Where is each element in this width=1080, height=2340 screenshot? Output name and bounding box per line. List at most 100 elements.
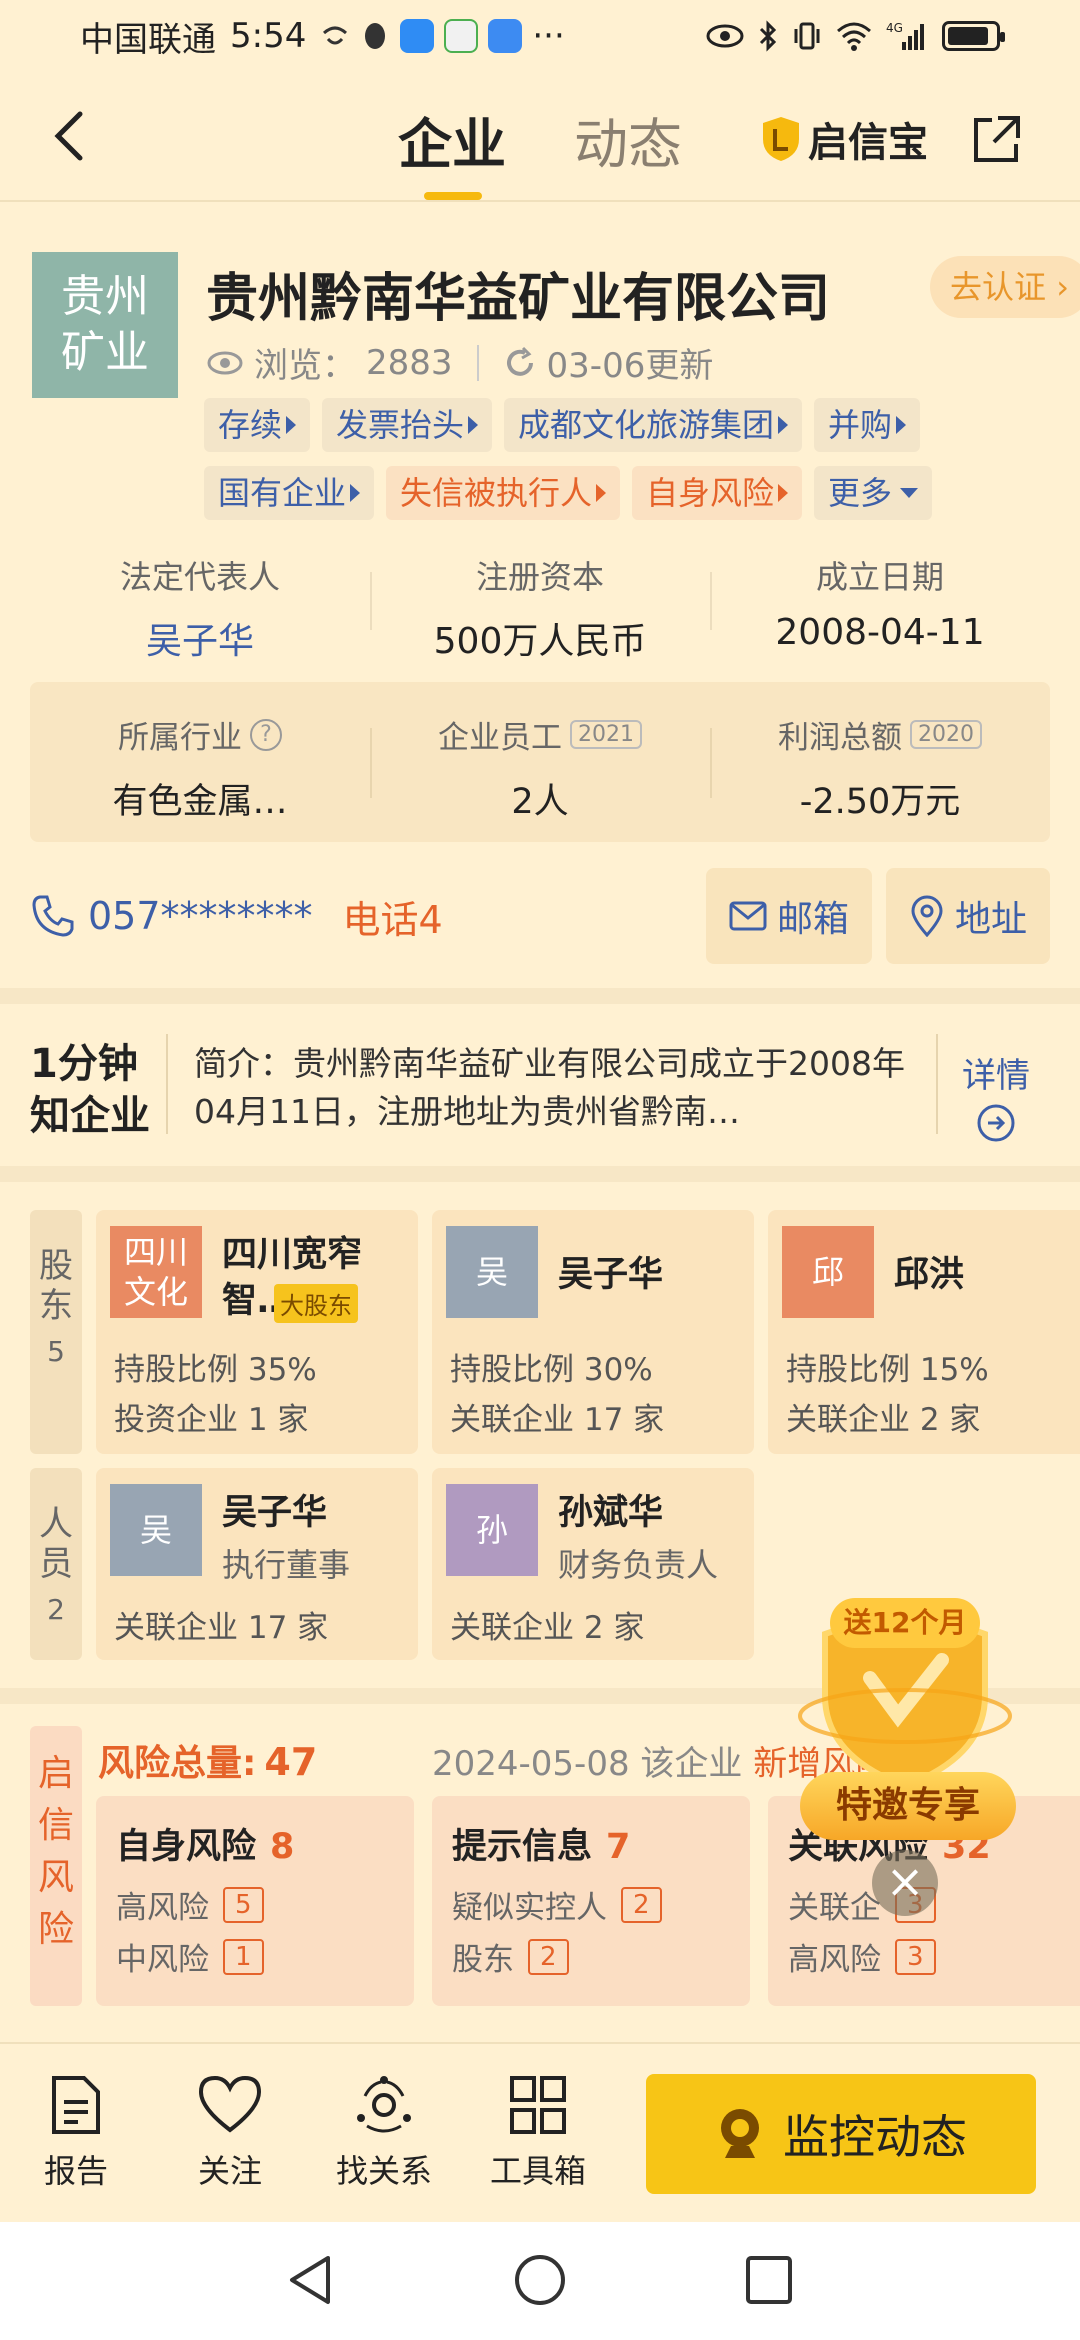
risk-total[interactable]: 风险总量: 47 [98,1734,317,1786]
arrow-circle-right-icon [977,1104,1015,1142]
clock: 5:54 [230,16,307,56]
risk-card[interactable]: 自身风险 8 高风险 5 中风险 1 [96,1796,414,2006]
risk-row-label: 股东 [452,1942,514,1978]
tag-label: 成都文化旅游集团 [518,406,775,444]
report-button[interactable]: 报告 [16,2074,136,2192]
risk-row-label: 中风险 [116,1942,209,1978]
tag-state-owned[interactable]: 国有企业 [204,466,375,520]
tag-own-risk[interactable]: 自身风险 [632,466,803,520]
tag-dishonest[interactable]: 失信被执行人 [386,466,621,520]
legal-rep-name[interactable]: 吴子华 [30,612,370,664]
industry-value: 有色金属… [112,782,288,822]
people-label: 人员 [39,1504,73,1584]
related-companies: 关联企业 2 家 [450,1610,645,1646]
qq-icon [365,23,386,49]
risk-row-label: 关联企 [788,1890,881,1926]
risk-card-count: 8 [270,1827,295,1867]
toolbox-button[interactable]: 工具箱 [478,2074,598,2192]
profit-year: 2020 [910,720,982,749]
shareholders-side-label[interactable]: 股东 5 [30,1210,82,1454]
nav-back-icon[interactable] [284,2252,334,2308]
intro-divider [166,1034,168,1134]
related-companies: 关联企业 17 家 [450,1402,665,1438]
tag-group[interactable]: 成都文化旅游集团 [504,398,803,452]
follow-label: 关注 [197,2152,262,2190]
person-name: 吴子华 [222,1493,328,1533]
caret-right-icon [286,416,297,434]
risk-row-count: 5 [223,1886,264,1923]
back-arrow-icon[interactable] [46,106,96,166]
find-relations-button[interactable]: 找关系 [324,2074,444,2192]
people-side-label[interactable]: 人员 2 [30,1468,82,1660]
risk-total-count: 47 [264,1740,318,1784]
nav-recents-icon[interactable] [744,2252,794,2308]
intro-section[interactable]: 1分钟 知企业 简介：贵州黔南华益矿业有限公司成立于2008年04月11日，注册… [0,1004,1080,1164]
founded-label: 成立日期 [815,558,944,596]
person-name: 孙斌华 [558,1493,664,1533]
follow-button[interactable]: 关注 [170,2074,290,2192]
profit-label: 利润总额 [778,720,902,756]
tab-dynamics[interactable]: 动态 [574,100,682,179]
address-label: 地址 [954,899,1027,940]
risk-row-count: 3 [895,1938,936,1975]
badge-line-2: 知企业 [30,1093,150,1139]
share-ratio: 持股比例 35% [114,1352,317,1388]
investments: 投资企业 1 家 [114,1402,309,1438]
profit[interactable]: 利润总额 2020 -2.50万元 [710,682,1050,842]
monitor-label: 监控动态 [783,2110,967,2164]
phone-count[interactable]: 电话4 [343,889,443,944]
risk-total-label: 风险总量: [98,1743,257,1784]
bluetooth-icon [759,20,777,52]
phone-link[interactable]: 057******** [30,893,313,939]
tag-status[interactable]: 存续 [204,398,311,452]
phone-icon [32,895,74,937]
wifi-icon [837,22,871,51]
nav-home-icon[interactable] [512,2252,568,2308]
tab-company[interactable]: 企业 [398,100,506,179]
profit-value: -2.50万元 [799,782,961,822]
help-icon[interactable]: ? [250,718,282,751]
legal-rep: 法定代表人 吴子华 [30,552,370,662]
tag-label: 并购 [828,406,893,444]
update-date: 03-06更新 [546,346,714,386]
employees[interactable]: 企业员工 2021 2人 [370,682,710,842]
certify-button[interactable]: 去认证 › [930,256,1080,318]
detail-link[interactable]: 详情 [962,1048,1030,1152]
industry[interactable]: 所属行业? 有色金属… [30,682,370,842]
shareholder-card[interactable]: 四川文化 四川宽窄智… 大股东 持股比例 35% 投资企业 1 家 [96,1210,418,1454]
report-icon [52,2076,100,2134]
carrier-name: 中国联通 [80,19,216,60]
person-card[interactable]: 吴 吴子华 执行董事 关联企业 17 家 [96,1468,418,1660]
address-button[interactable]: 地址 [886,868,1050,964]
tag-label: 自身风险 [646,474,775,512]
meta-divider [476,344,479,381]
risk-side-label[interactable]: 启信风险 [30,1726,82,2006]
tag-more[interactable]: 更多 [814,466,933,520]
home-app-icon [444,19,479,53]
related-companies: 关联企业 17 家 [114,1610,329,1646]
person-avatar: 吴 [110,1484,202,1576]
battery-icon [942,21,1005,51]
views-label: 浏览： [254,346,356,386]
risk-row-label: 高风险 [788,1942,881,1978]
shareholder-avatar: 邱 [782,1226,874,1318]
monitor-button[interactable]: 监控动态 [646,2074,1036,2194]
shareholder-name: 吴子华 [558,1255,664,1295]
promo-button[interactable]: 特邀专享 [800,1772,1016,1840]
tag-merger[interactable]: 并购 [814,398,921,452]
find-relations-label: 找关系 [335,2152,432,2190]
shareholder-card[interactable]: 吴 吴子华 持股比例 30% 关联企业 17 家 [432,1210,754,1454]
shareholder-card[interactable]: 邱 邱洪 持股比例 15% 关联企业 2 家 [768,1210,1080,1454]
email-button[interactable]: 邮箱 [706,868,872,964]
capital-label: 注册资本 [475,558,604,596]
caret-right-icon [468,416,479,434]
share-icon[interactable] [968,112,1024,168]
founded-value: 2008-04-11 [775,612,985,653]
one-minute-badge: 1分钟 知企业 [30,1038,150,1142]
tag-label: 失信被执行人 [400,474,593,512]
close-icon[interactable]: × [872,1850,938,1916]
person-card[interactable]: 孙 孙斌华 财务负责人 关联企业 2 家 [432,1468,754,1660]
risk-card[interactable]: 提示信息 7 疑似实控人 2 股东 2 [432,1796,750,2006]
tag-invoice[interactable]: 发票抬头 [322,398,493,452]
company-name[interactable]: 贵州黔南华益矿业有限公司 [206,256,830,331]
